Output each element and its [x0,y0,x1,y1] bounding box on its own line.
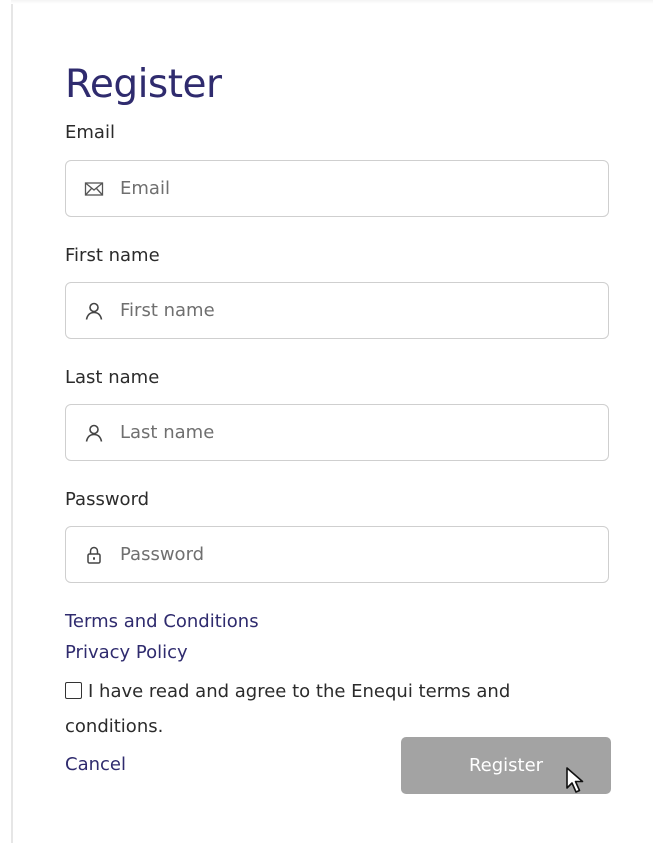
panel-left-border [11,0,13,843]
last-name-field-container [65,404,609,461]
email-label: Email [65,122,115,143]
envelope-icon [84,182,104,196]
password-input[interactable] [120,527,590,582]
lock-icon [87,546,101,564]
agree-terms-label: I have read and agree to the Enequi term… [65,681,511,737]
agree-terms-checkbox[interactable] [65,682,82,699]
last-name-input[interactable] [120,405,590,460]
user-icon [85,302,103,320]
privacy-policy-link[interactable]: Privacy Policy [65,642,188,663]
first-name-input[interactable] [120,283,590,338]
password-field-container [65,526,609,583]
mouse-pointer-icon [566,767,584,793]
email-field-container [65,160,609,217]
agree-terms-row: I have read and agree to the Enequi term… [65,674,585,744]
password-label: Password [65,489,150,510]
first-name-label: First name [65,245,160,266]
terms-and-conditions-link[interactable]: Terms and Conditions [65,611,259,632]
cancel-link[interactable]: Cancel [65,754,126,775]
last-name-label: Last name [65,367,160,388]
email-input[interactable] [120,161,590,216]
panel-top-border [11,0,653,4]
user-icon [85,424,103,442]
page-title: Register [65,62,222,107]
first-name-field-container [65,282,609,339]
